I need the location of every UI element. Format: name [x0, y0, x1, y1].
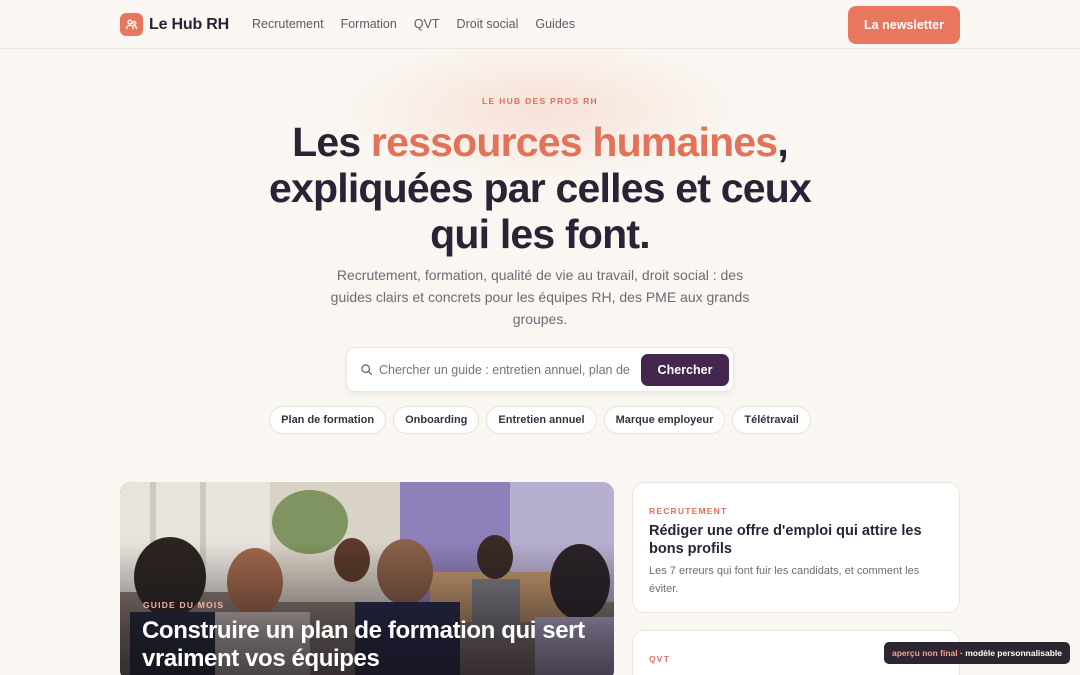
nav-link-recrutement[interactable]: Recrutement: [252, 17, 324, 31]
site-name: Le Hub RH: [149, 15, 229, 33]
preview-badge-note: modèle personnalisable: [965, 648, 1063, 658]
top-nav: Le Hub RH Recrutement Formation QVT Droi…: [0, 0, 1080, 49]
nav-link-qvt[interactable]: QVT: [414, 17, 440, 31]
nav-link-guides[interactable]: Guides: [535, 17, 575, 31]
search-box: Chercher: [346, 347, 734, 392]
article-tag: RECRUTEMENT: [649, 506, 728, 516]
chip-onboarding[interactable]: Onboarding: [393, 406, 480, 434]
site-logo[interactable]: Le Hub RH: [120, 13, 229, 36]
article-description: Les 7 erreurs qui font fuir les candidat…: [649, 565, 920, 595]
topic-chips: Plan de formation Onboarding Entretien a…: [0, 406, 1080, 434]
chip-entretien-annuel[interactable]: Entretien annuel: [486, 406, 597, 434]
preview-badge-status: aperçu non final: [891, 648, 958, 658]
article-tag: QVT: [649, 654, 671, 664]
search-icon: [360, 363, 373, 381]
feature-title: Construire un plan de formation qui sert…: [142, 617, 585, 672]
chip-plan-de-formation[interactable]: Plan de formation: [269, 406, 387, 434]
article-title: Rédiger une offre d'emploi qui attire le…: [649, 523, 922, 557]
search-input[interactable]: [379, 360, 633, 380]
hero-eyebrow: LE HUB DES PROS RH: [482, 96, 598, 106]
search-button[interactable]: Chercher: [641, 354, 729, 386]
article-card[interactable]: RECRUTEMENT Rédiger une offre d'emploi q…: [632, 482, 960, 613]
chip-teletravail[interactable]: Télétravail: [732, 406, 811, 434]
main-menu: Recrutement Formation QVT Droit social G…: [252, 17, 575, 31]
nav-link-droit-social[interactable]: Droit social: [457, 17, 519, 31]
chip-marque-employeur[interactable]: Marque employeur: [603, 406, 726, 434]
newsletter-button[interactable]: La newsletter: [848, 6, 960, 44]
hero-title-highlight: ressources humaines: [370, 119, 778, 165]
hero-title-pre: Les: [292, 119, 371, 165]
hero-title: Les ressources humaines, expliquées par …: [240, 119, 840, 257]
people-icon: [120, 13, 143, 36]
preview-badge: aperçu non final · modèle personnalisabl…: [884, 642, 1070, 664]
hero-subtitle: Recrutement, formation, qualité de vie a…: [330, 267, 750, 327]
nav-link-formation[interactable]: Formation: [341, 17, 397, 31]
featured-guide-card[interactable]: GUIDE DU MOIS Construire un plan de form…: [120, 482, 614, 675]
feature-tag: GUIDE DU MOIS: [143, 600, 225, 610]
